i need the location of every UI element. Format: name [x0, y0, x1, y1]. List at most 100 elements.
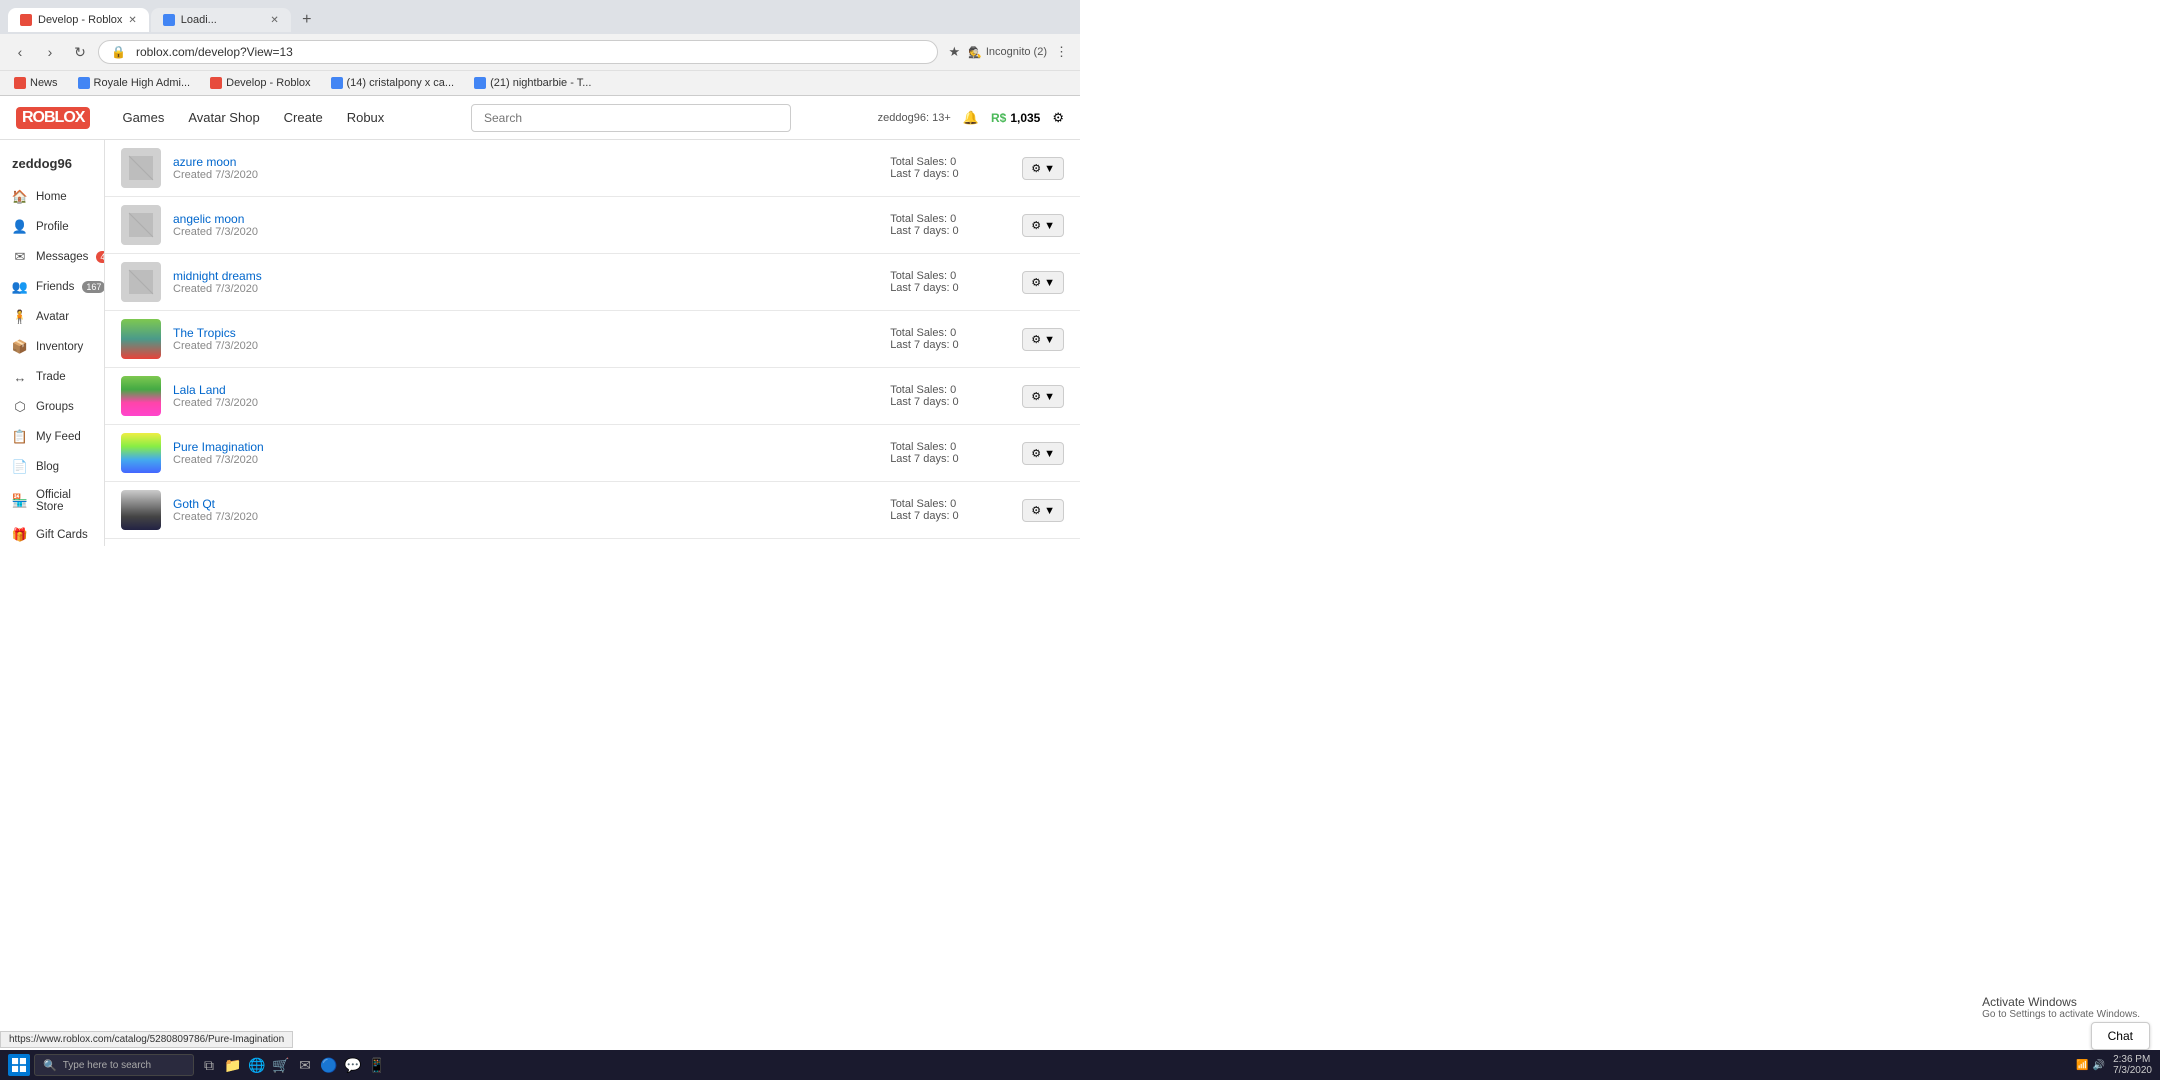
sidebar-item-groups[interactable]: ⬡ Groups	[0, 393, 104, 421]
profile-icon: 👤	[12, 219, 28, 235]
settings-btn-pure-imagination[interactable]: ⚙ ▼	[1022, 442, 1064, 465]
sidebar-item-profile[interactable]: 👤 Profile	[0, 213, 104, 241]
item-thumbnail-midnight-dreams	[121, 262, 161, 302]
item-name-the-tropics[interactable]: The Tropics	[173, 326, 878, 340]
roblox-logo[interactable]: ROBLOX	[16, 106, 90, 129]
sidebar-item-messages[interactable]: ✉ Messages 4	[0, 243, 104, 271]
sidebar-label-avatar: Avatar	[36, 311, 69, 323]
sidebar-item-friends[interactable]: 👥 Friends 167	[0, 273, 104, 301]
tab-develop-roblox[interactable]: Develop - Roblox ✕	[8, 8, 149, 32]
taskbar-icon-misc[interactable]: 📱	[366, 1054, 388, 1076]
bookmark-star[interactable]: ★	[944, 40, 964, 64]
taskbar-icon-explorer[interactable]: 📁	[222, 1054, 244, 1076]
item-name-azure-moon[interactable]: azure moon	[173, 155, 878, 169]
item-name-pure-imagination[interactable]: Pure Imagination	[173, 440, 878, 454]
taskbar-icon-edge[interactable]: 🌐	[246, 1054, 268, 1076]
forward-button[interactable]: ›	[38, 40, 62, 64]
taskbar-icon-store[interactable]: 🛒	[270, 1054, 292, 1076]
sidebar-label-friends: Friends	[36, 281, 74, 293]
inventory-icon: 📦	[12, 339, 28, 355]
nav-games[interactable]: Games	[122, 110, 164, 125]
nav-robux[interactable]: Robux	[347, 110, 385, 125]
bookmark-nightbarbie[interactable]: (21) nightbarbie - T...	[468, 75, 597, 91]
taskbar-search-bar[interactable]: 🔍 Type here to search	[34, 1054, 194, 1076]
sidebar-item-my-feed[interactable]: 📋 My Feed	[0, 423, 104, 451]
table-row: azure moon Created 7/3/2020 Total Sales:…	[105, 140, 1080, 197]
sidebar-label-blog: Blog	[36, 461, 59, 473]
trade-icon: ↔	[12, 369, 28, 385]
search-input[interactable]	[471, 104, 791, 132]
settings-btn-midnight-dreams[interactable]: ⚙ ▼	[1022, 271, 1064, 294]
sidebar-item-blog[interactable]: 📄 Blog	[0, 453, 104, 481]
tab-close-2[interactable]: ✕	[270, 15, 278, 26]
content-area: azure moon Created 7/3/2020 Total Sales:…	[105, 140, 1080, 546]
taskbar-icon-slack[interactable]: 💬	[342, 1054, 364, 1076]
bookmark-cristalpony[interactable]: (14) cristalpony x ca...	[325, 75, 461, 91]
chat-button[interactable]: Chat	[2091, 1022, 2150, 1050]
items-list: azure moon Created 7/3/2020 Total Sales:…	[105, 140, 1080, 546]
taskbar-icon-chrome[interactable]: 🔵	[318, 1054, 340, 1076]
item-date-lala-land: Created 7/3/2020	[173, 397, 878, 409]
messages-badge: 4	[96, 251, 105, 263]
url-bar[interactable]: 🔒 roblox.com/develop?View=13	[98, 40, 938, 64]
header-right: zeddog96: 13+ 🔔 R$ 1,035 ⚙	[878, 110, 1064, 126]
sidebar-username: zeddog96	[0, 152, 104, 181]
tab-loading[interactable]: Loadi... ✕	[151, 8, 291, 32]
settings-btn-azure-moon[interactable]: ⚙ ▼	[1022, 157, 1064, 180]
taskbar-icon-mail[interactable]: ✉	[294, 1054, 316, 1076]
item-thumbnail-angelic-moon	[121, 205, 161, 245]
item-name-lala-land[interactable]: Lala Land	[173, 383, 878, 397]
item-actions-the-tropics: ⚙ ▼	[1022, 328, 1064, 351]
item-stats-goth-qt: Total Sales: 0 Last 7 days: 0	[890, 498, 1010, 522]
bookmark-favicon-cristalpony	[331, 77, 343, 89]
item-actions-lala-land: ⚙ ▼	[1022, 385, 1064, 408]
item-info-the-tropics: The Tropics Created 7/3/2020	[173, 326, 878, 352]
bookmark-news[interactable]: News	[8, 75, 64, 91]
new-tab-button[interactable]: +	[293, 6, 321, 34]
item-stats-midnight-dreams: Total Sales: 0 Last 7 days: 0	[890, 270, 1010, 294]
bookmark-royale[interactable]: Royale High Admi...	[72, 75, 197, 91]
table-row: Sunset Sweetheart Created 7/3/2020 Total…	[105, 539, 1080, 546]
bookmark-develop[interactable]: Develop - Roblox	[204, 75, 316, 91]
table-row: Pure Imagination Created 7/3/2020 Total …	[105, 425, 1080, 482]
sidebar-item-trade[interactable]: ↔ Trade	[0, 363, 104, 391]
settings-icon[interactable]: ⚙	[1052, 110, 1064, 126]
sidebar-item-avatar[interactable]: 🧍 Avatar	[0, 303, 104, 331]
item-name-goth-qt[interactable]: Goth Qt	[173, 497, 878, 511]
item-name-midnight-dreams[interactable]: midnight dreams	[173, 269, 878, 283]
sidebar-item-gift-cards[interactable]: 🎁 Gift Cards	[0, 521, 104, 546]
item-date-the-tropics: Created 7/3/2020	[173, 340, 878, 352]
activate-windows-title: Activate Windows	[1982, 995, 2140, 1009]
bookmark-favicon-develop	[210, 77, 222, 89]
robux-display: R$ 1,035	[991, 111, 1040, 125]
sidebar-label-groups: Groups	[36, 401, 74, 413]
item-actions-midnight-dreams: ⚙ ▼	[1022, 271, 1064, 294]
notification-icon[interactable]: 🔔	[963, 110, 979, 126]
item-name-angelic-moon[interactable]: angelic moon	[173, 212, 878, 226]
settings-btn-the-tropics[interactable]: ⚙ ▼	[1022, 328, 1064, 351]
nav-avatar-shop[interactable]: Avatar Shop	[188, 110, 259, 125]
taskbar-search-placeholder: Type here to search	[63, 1060, 151, 1071]
bookmark-label-royale: Royale High Admi...	[94, 77, 191, 89]
start-button[interactable]	[8, 1054, 30, 1076]
back-button[interactable]: ‹	[8, 40, 32, 64]
bookmark-label-news: News	[30, 77, 58, 89]
settings-btn-goth-qt[interactable]: ⚙ ▼	[1022, 499, 1064, 522]
bookmark-label-cristalpony: (14) cristalpony x ca...	[347, 77, 455, 89]
sidebar-item-home[interactable]: 🏠 Home	[0, 183, 104, 211]
menu-button[interactable]: ⋮	[1051, 40, 1072, 64]
sidebar-item-official-store[interactable]: 🏪 Official Store	[0, 483, 104, 519]
item-thumbnail-lala-land	[121, 376, 161, 416]
username-display: zeddog96: 13+	[878, 112, 951, 124]
settings-btn-angelic-moon[interactable]: ⚙ ▼	[1022, 214, 1064, 237]
nav-create[interactable]: Create	[284, 110, 323, 125]
taskbar-icon-task-view[interactable]: ⧉	[198, 1054, 220, 1076]
item-info-pure-imagination: Pure Imagination Created 7/3/2020	[173, 440, 878, 466]
settings-btn-lala-land[interactable]: ⚙ ▼	[1022, 385, 1064, 408]
item-stats-the-tropics: Total Sales: 0 Last 7 days: 0	[890, 327, 1010, 351]
sidebar-label-gift-cards: Gift Cards	[36, 529, 88, 541]
tab-close-1[interactable]: ✕	[128, 15, 136, 26]
refresh-button[interactable]: ↻	[68, 40, 92, 64]
item-info-midnight-dreams: midnight dreams Created 7/3/2020	[173, 269, 878, 295]
sidebar-item-inventory[interactable]: 📦 Inventory	[0, 333, 104, 361]
